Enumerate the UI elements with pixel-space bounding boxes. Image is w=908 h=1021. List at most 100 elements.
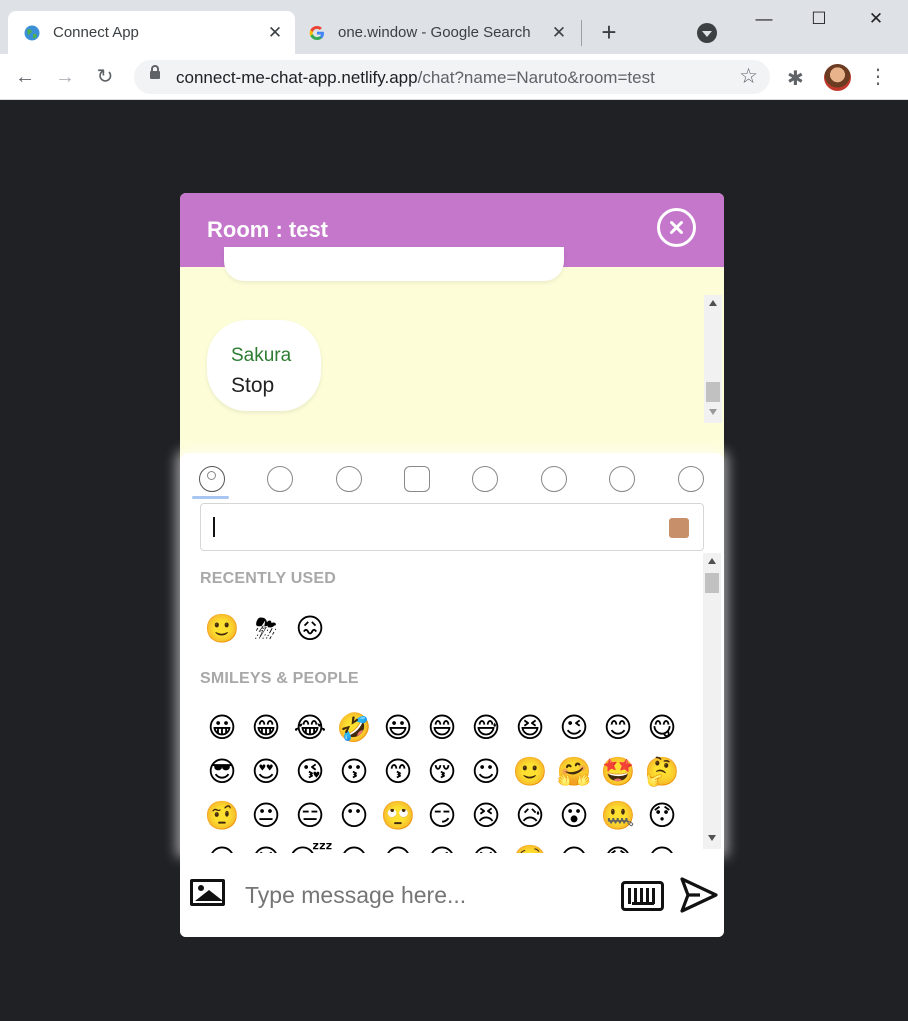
send-icon[interactable] [680,877,718,913]
emoji[interactable]: 😓 [596,838,640,853]
emoji[interactable]: 🤗 [552,750,596,794]
emoji[interactable]: ☺ [464,750,508,794]
emoji[interactable]: 🙂 [508,750,552,794]
emoji[interactable]: 😙 [376,750,420,794]
skin-tone-selector[interactable] [669,518,689,538]
emoji[interactable]: 🤤 [508,838,552,853]
emoji[interactable]: 😁 [244,706,288,750]
close-tab-icon[interactable]: ✕ [261,23,289,43]
emoji[interactable]: 😫 [244,838,288,853]
symbols-icon[interactable] [609,466,635,492]
url-path: /chat?name=Naruto&room=test [417,68,655,87]
emoji[interactable]: 😍 [244,750,288,794]
places-icon[interactable] [404,466,430,492]
emoji[interactable]: 😗 [332,750,376,794]
emoji[interactable]: 😏 [420,794,464,838]
emoji[interactable]: 😪 [200,838,244,853]
tab-connect-app[interactable]: Connect App ✕ [8,11,295,54]
emoji[interactable]: 😔 [640,838,684,853]
active-category-indicator [192,496,229,499]
emoji[interactable]: 😖 [288,607,332,651]
message-input[interactable] [245,877,605,913]
lock-icon[interactable] [150,65,160,79]
close-chat-icon[interactable] [657,208,696,247]
emoji[interactable]: 😝 [464,838,508,853]
smileys-row: 😎 😍 😘 😗 😙 😚 ☺ 🙂 🤗 🤩 🤔 [200,750,684,794]
emoji[interactable]: 😴 [288,838,333,853]
emoji-category-bar [180,453,724,503]
emoji[interactable]: 😋 [640,706,684,750]
emoji-scrollbar[interactable] [703,553,721,849]
message-scrollbar[interactable] [704,295,722,423]
emoji[interactable]: 😊 [596,706,640,750]
reload-icon[interactable]: ↻ [91,63,119,91]
scrollbar-thumb[interactable] [705,573,719,593]
emoji[interactable]: 🙂 [200,607,244,651]
message-list[interactable]: Sakura Stop [180,247,724,453]
emoji[interactable]: 😒 [552,838,596,853]
emoji[interactable]: 😑 [288,794,332,838]
scroll-up-arrow-icon[interactable] [709,300,717,306]
food-icon[interactable] [336,466,362,492]
scroll-down-arrow-icon[interactable] [709,409,717,415]
emoji[interactable]: 🤨 [200,794,244,838]
close-tab-icon[interactable]: ✕ [545,23,573,43]
image-upload-icon[interactable] [190,879,225,906]
emoji[interactable]: 😶 [332,794,376,838]
emoji[interactable]: 😮 [552,794,596,838]
minimize-icon[interactable]: — [750,6,778,32]
emoji[interactable]: 😅 [464,706,508,750]
bookmark-star-icon[interactable]: ☆ [739,64,758,89]
emoji[interactable]: 😛 [376,838,420,853]
emoji-search-input[interactable] [200,503,704,551]
url-text[interactable]: connect-me-chat-app.netlify.app/chat?nam… [176,68,655,88]
emoji[interactable]: 😆 [508,706,552,750]
scroll-down-arrow-icon[interactable] [708,835,716,841]
emoji[interactable]: 😉 [552,706,596,750]
nature-icon[interactable] [267,466,293,492]
address-bar[interactable]: connect-me-chat-app.netlify.app/chat?nam… [134,60,770,94]
emoji[interactable]: 😀 [200,706,244,750]
emoji[interactable]: 😣 [464,794,508,838]
extensions-puzzle-icon[interactable]: ✱ [787,66,804,91]
message-text: Stop [231,374,275,397]
emoji-keyboard-toggle-icon[interactable] [621,881,664,911]
emoji[interactable]: 😥 [508,794,552,838]
activity-icon[interactable] [472,466,498,492]
message-composer [180,853,724,937]
emoji[interactable]: 😌 [332,838,376,853]
emoji[interactable]: 😃 [376,706,420,750]
back-icon[interactable]: ← [11,63,39,91]
forward-icon[interactable]: → [51,63,79,91]
emoji[interactable]: 😚 [420,750,464,794]
emoji[interactable]: 😜 [420,838,464,853]
browser-menu-icon[interactable]: ⋮ [866,64,890,90]
flags-icon[interactable] [678,466,704,492]
emoji[interactable]: 🤐 [596,794,640,838]
people-icon[interactable] [199,466,225,492]
message-bubble: Sakura Stop [207,320,321,411]
tab-title: Connect App [53,24,139,41]
emoji[interactable]: 🤔 [640,750,684,794]
tab-google-search[interactable]: one.window - Google Search ✕ [297,11,579,54]
emoji[interactable]: 🤣 [332,706,376,750]
maximize-icon[interactable]: ☐ [805,6,833,32]
emoji[interactable]: 😎 [200,750,244,794]
emoji[interactable]: 🙄 [376,794,420,838]
scrollbar-thumb[interactable] [706,382,720,402]
smileys-row: 🤨 😐 😑 😶 🙄 😏 😣 😥 😮 🤐 😯 [200,794,684,838]
smileys-heading: SMILEYS & PEOPLE [200,670,359,687]
emoji[interactable]: 😯 [640,794,684,838]
close-window-icon[interactable]: ✕ [862,6,890,32]
objects-icon[interactable] [541,466,567,492]
profile-avatar[interactable] [824,64,851,91]
emoji[interactable]: 😂 [288,706,332,750]
emoji[interactable]: 😘 [288,750,332,794]
emoji[interactable]: 🤩 [596,750,640,794]
tab-search-icon[interactable] [697,23,717,43]
emoji[interactable]: ⛈ [244,607,288,651]
scroll-up-arrow-icon[interactable] [708,558,716,564]
new-tab-icon[interactable]: + [596,19,622,46]
emoji[interactable]: 😐 [244,794,288,838]
emoji[interactable]: 😄 [420,706,464,750]
